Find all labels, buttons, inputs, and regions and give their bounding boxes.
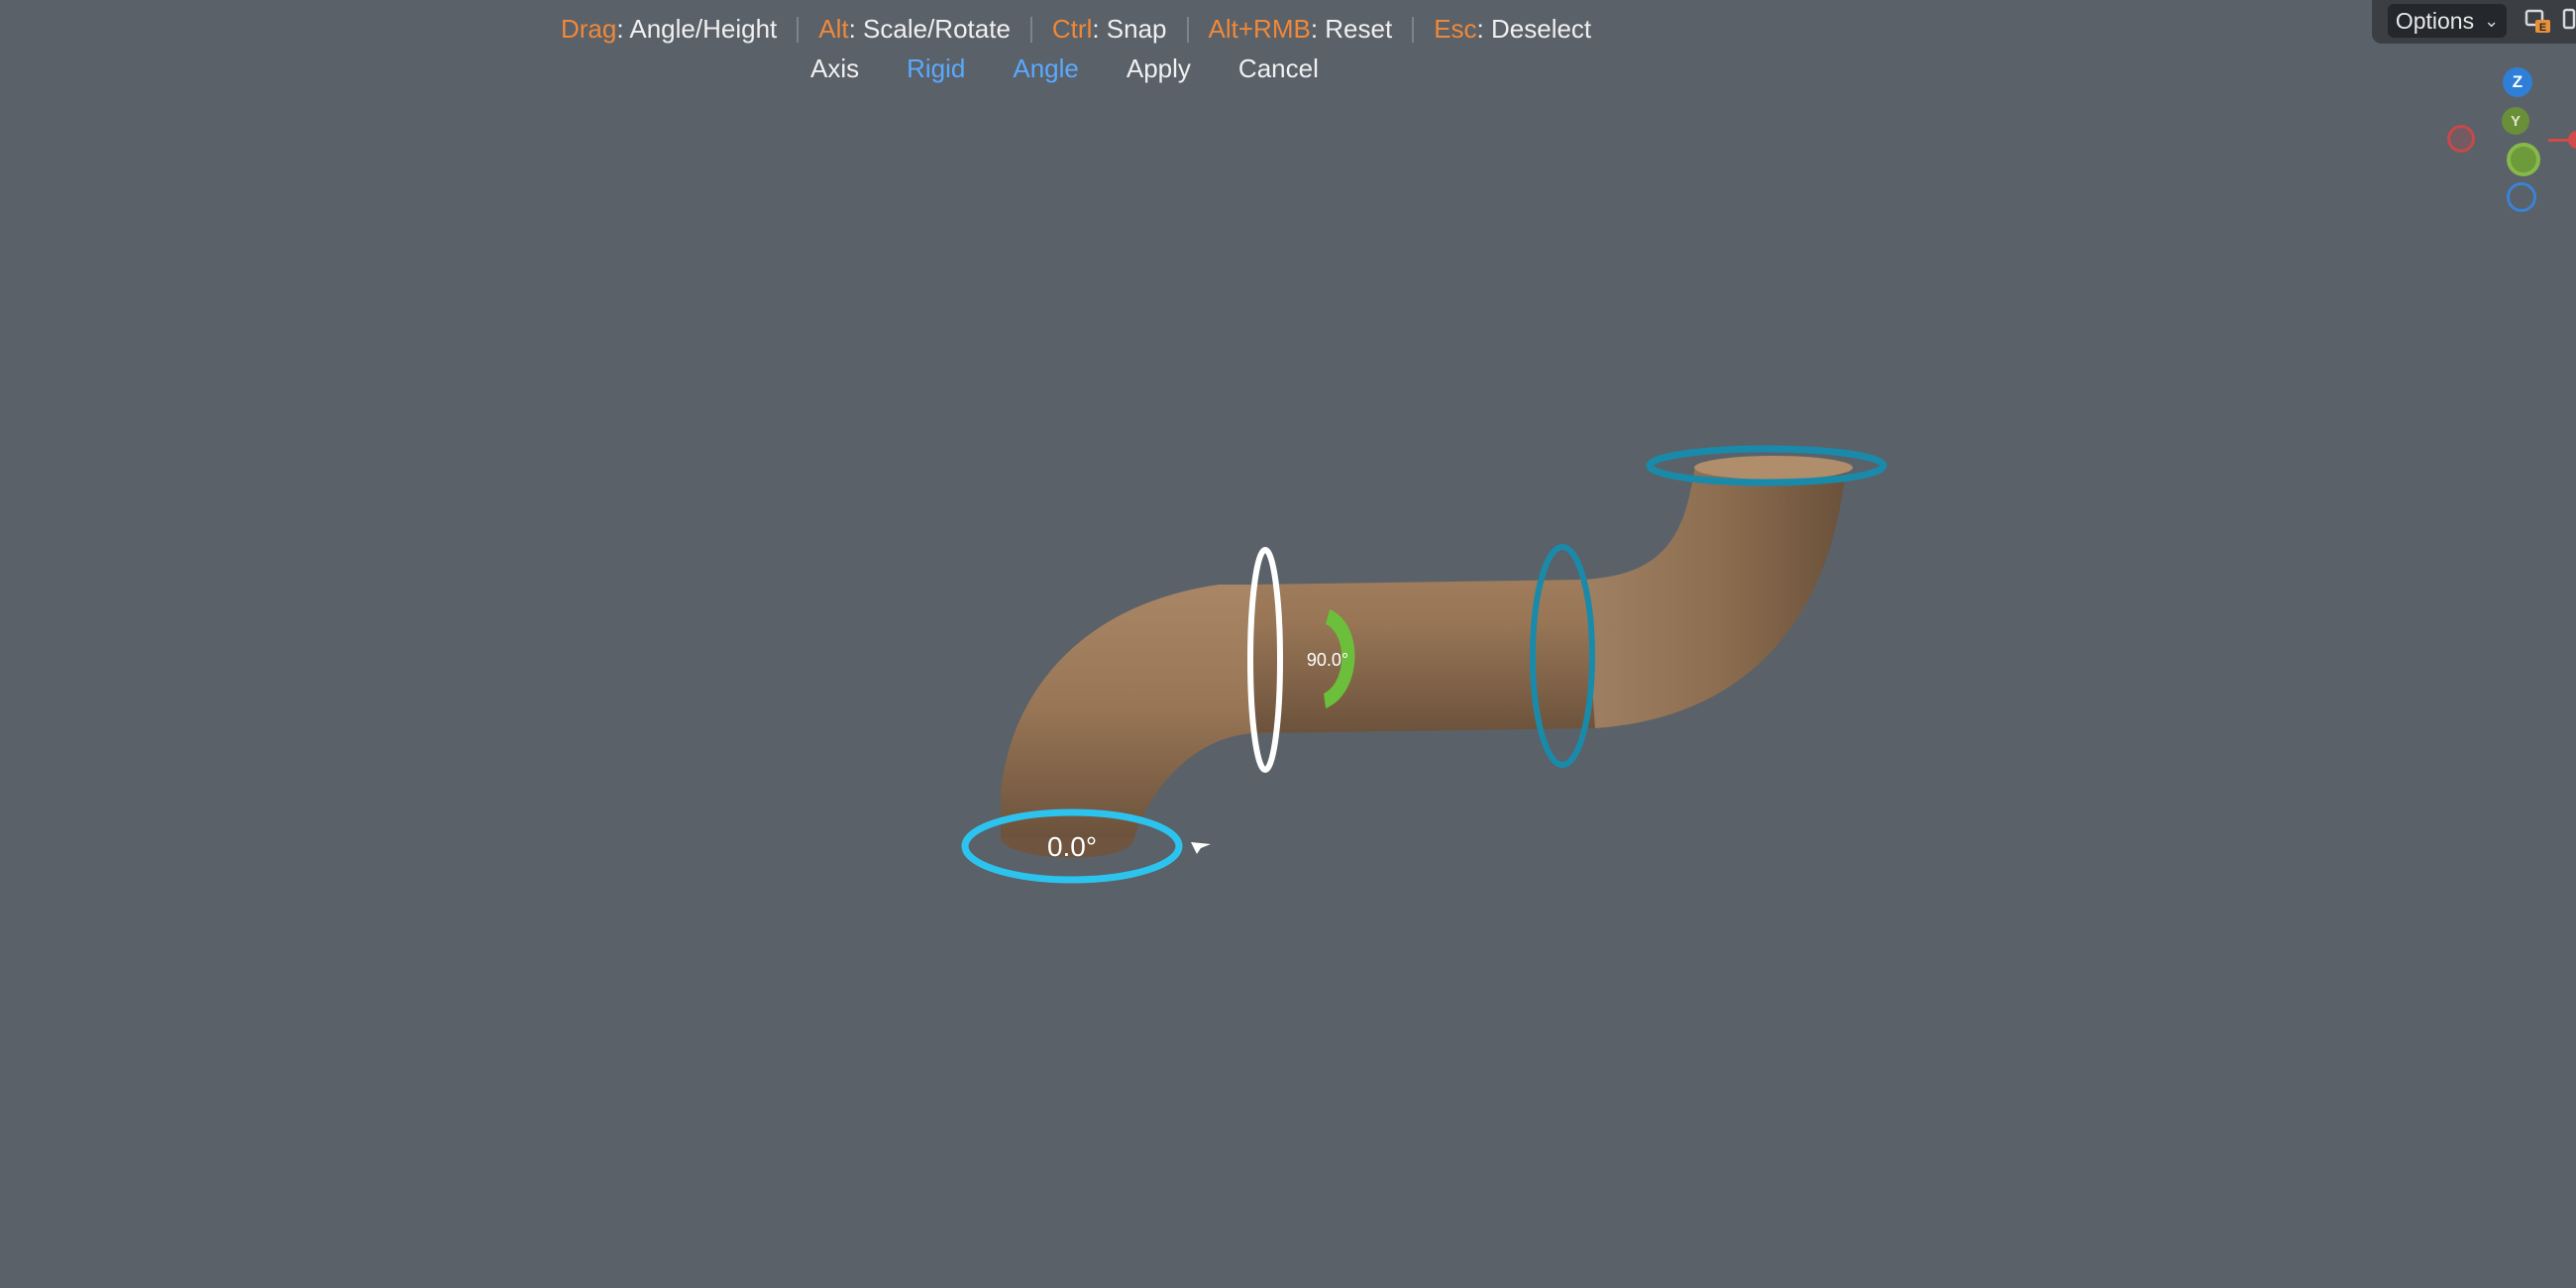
pipe-top-opening — [1694, 456, 1853, 480]
neg-y-axis-handle[interactable] — [2507, 143, 2540, 176]
axis-button[interactable]: Axis — [810, 54, 859, 84]
hint-text: : Scale/Rotate — [848, 14, 1011, 44]
3d-viewport[interactable]: 90.0° 0.0° Drag: Angle/Height Alt: Scale… — [0, 0, 2576, 1288]
hint-text: : Reset — [1310, 14, 1393, 44]
bend-angle-label: 90.0° — [1307, 650, 1348, 670]
divider — [1186, 16, 1189, 43]
rigid-button[interactable]: Rigid — [907, 54, 965, 84]
navigation-gizmo[interactable]: Y Z — [2437, 59, 2576, 218]
pipe-lower-bend — [1001, 585, 1278, 837]
apply-button[interactable]: Apply — [1127, 54, 1191, 84]
hint-key: Drag — [561, 14, 617, 44]
overflow-icon[interactable] — [2560, 2, 2576, 40]
angle-button[interactable]: Angle — [1013, 54, 1079, 84]
hint-text: : Angle/Height — [616, 14, 778, 44]
hint-ctrl: Ctrl: Snap — [1052, 14, 1167, 45]
divider — [1029, 16, 1032, 43]
neg-x-axis-handle[interactable] — [2447, 125, 2475, 153]
divider — [1412, 16, 1415, 43]
pipe-mesh[interactable] — [1001, 456, 1853, 858]
hint-key: Ctrl — [1051, 14, 1093, 44]
hint-alt-rmb: Alt+RMB: Reset — [1209, 14, 1393, 45]
hint-text: : Snap — [1092, 14, 1167, 44]
bottom-angle-label: 0.0° — [1047, 831, 1097, 862]
neg-z-axis-handle[interactable] — [2507, 182, 2536, 212]
hint-key: Alt — [818, 14, 849, 44]
overlay-toggle-icon[interactable]: E — [2519, 2, 2558, 40]
x-axis-handle[interactable] — [2568, 131, 2576, 149]
chevron-down-icon: ⌄ — [2484, 10, 2500, 31]
header-options-area: Options ⌄ E — [2372, 0, 2576, 44]
divider — [797, 16, 800, 43]
shortcut-hints-bar: Drag: Angle/Height Alt: Scale/Rotate Ctr… — [561, 14, 1591, 45]
hint-alt: Alt: Scale/Rotate — [818, 14, 1011, 45]
z-axis-handle[interactable]: Z — [2503, 67, 2532, 97]
svg-text:E: E — [2539, 22, 2546, 34]
pipe-upper-bend — [1585, 468, 1848, 728]
y-axis-handle[interactable]: Y — [2502, 107, 2529, 135]
hint-text: : Deselect — [1476, 14, 1592, 44]
hint-drag: Drag: Angle/Height — [561, 14, 777, 45]
hint-key: Esc — [1434, 14, 1477, 44]
mouse-cursor-icon — [1191, 842, 1211, 854]
options-label: Options — [2395, 7, 2475, 34]
hint-esc: Esc: Deselect — [1434, 14, 1591, 45]
options-dropdown[interactable]: Options ⌄ — [2388, 4, 2507, 38]
tool-options-bar: Axis Rigid Angle Apply Cancel — [810, 54, 1366, 84]
scene-canvas[interactable]: 90.0° 0.0° — [0, 0, 2576, 1288]
cancel-button[interactable]: Cancel — [1238, 54, 1319, 84]
hint-key: Alt+RMB — [1208, 14, 1311, 44]
